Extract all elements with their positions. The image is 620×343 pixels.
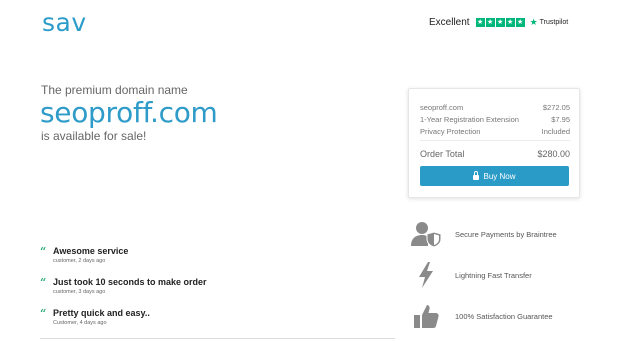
price-line-value: $7.95: [551, 115, 570, 124]
trustpilot-star-icon: ★: [529, 17, 538, 27]
review-meta: customer, 3 days ago: [53, 289, 106, 295]
domain-name: seoproff.com: [40, 96, 218, 129]
review-title: Just took 10 seconds to make order: [53, 277, 207, 287]
trustpilot-rating[interactable]: Excellent ★ ★ ★ ★ ★ ★ Trustpilot: [429, 17, 568, 28]
price-line: seoproff.com $272.05: [420, 103, 570, 112]
price-line: 1-Year Registration Extension $7.95: [420, 115, 570, 124]
feature-text: Secure Payments by Braintree: [455, 229, 557, 239]
rating-stars: ★ ★ ★ ★ ★: [475, 18, 525, 27]
review-title: Awesome service: [53, 246, 129, 256]
divider: [40, 338, 395, 339]
user-shield-icon: [409, 220, 443, 248]
feature-item: Lightning Fast Transfer: [409, 261, 532, 289]
hero-post-text: is available for sale!: [41, 129, 147, 143]
star-icon: ★: [515, 18, 525, 27]
price-line-label: seoproff.com: [420, 103, 464, 112]
price-line-value: Included: [541, 127, 570, 136]
buy-now-label: Buy Now: [483, 171, 516, 181]
feature-item: 100% Satisfaction Guarantee: [409, 302, 553, 330]
site-logo[interactable]: sav: [42, 8, 87, 37]
trustpilot-brand-label: Trustpilot: [539, 19, 569, 26]
review-meta: Customer, 4 days ago: [53, 320, 107, 326]
rating-label: Excellent: [429, 17, 470, 28]
quote-icon: “: [40, 276, 47, 289]
order-total-value: $280.00: [537, 149, 570, 159]
star-icon: ★: [505, 18, 515, 27]
buy-now-button[interactable]: Buy Now: [420, 166, 569, 186]
lightning-icon: [409, 261, 443, 289]
trustpilot-brand: ★ Trustpilot: [530, 17, 569, 28]
quote-icon: “: [40, 245, 47, 258]
pricing-card: seoproff.com $272.05 1-Year Registration…: [408, 88, 580, 198]
feature-text: Lightning Fast Transfer: [455, 270, 532, 280]
thumbs-up-icon: [409, 302, 443, 330]
star-icon: ★: [475, 18, 485, 27]
divider: [420, 140, 570, 141]
lock-icon: [473, 170, 480, 180]
feature-item: Secure Payments by Braintree: [409, 220, 557, 248]
price-line: Privacy Protection Included: [420, 127, 570, 136]
price-line-value: $272.05: [542, 103, 570, 112]
star-icon: ★: [495, 18, 505, 27]
price-line-label: 1-Year Registration Extension: [420, 115, 519, 124]
order-total-label: Order Total: [420, 149, 465, 159]
feature-text: 100% Satisfaction Guarantee: [455, 311, 553, 321]
quote-icon: “: [40, 307, 47, 320]
review-meta: customer, 2 days ago: [53, 258, 106, 264]
hero-pre-text: The premium domain name: [41, 83, 188, 97]
price-line-label: Privacy Protection: [420, 127, 481, 136]
review-title: Pretty quick and easy..: [53, 308, 150, 318]
star-icon: ★: [485, 18, 495, 27]
order-total: Order Total $280.00: [420, 149, 570, 159]
